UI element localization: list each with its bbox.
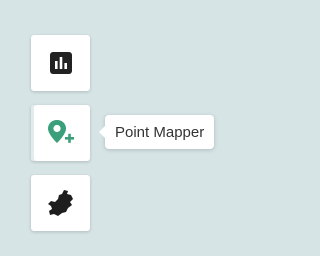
region-map-icon (46, 188, 76, 218)
point-mapper-tooltip: Point Mapper (98, 115, 215, 149)
region-button[interactable] (31, 175, 90, 231)
bar-chart-icon (49, 52, 72, 74)
point-mapper-button[interactable] (31, 105, 90, 161)
map-pin-add-icon (46, 118, 76, 148)
tooltip-label: Point Mapper (115, 123, 205, 141)
charts-button[interactable] (31, 35, 90, 91)
